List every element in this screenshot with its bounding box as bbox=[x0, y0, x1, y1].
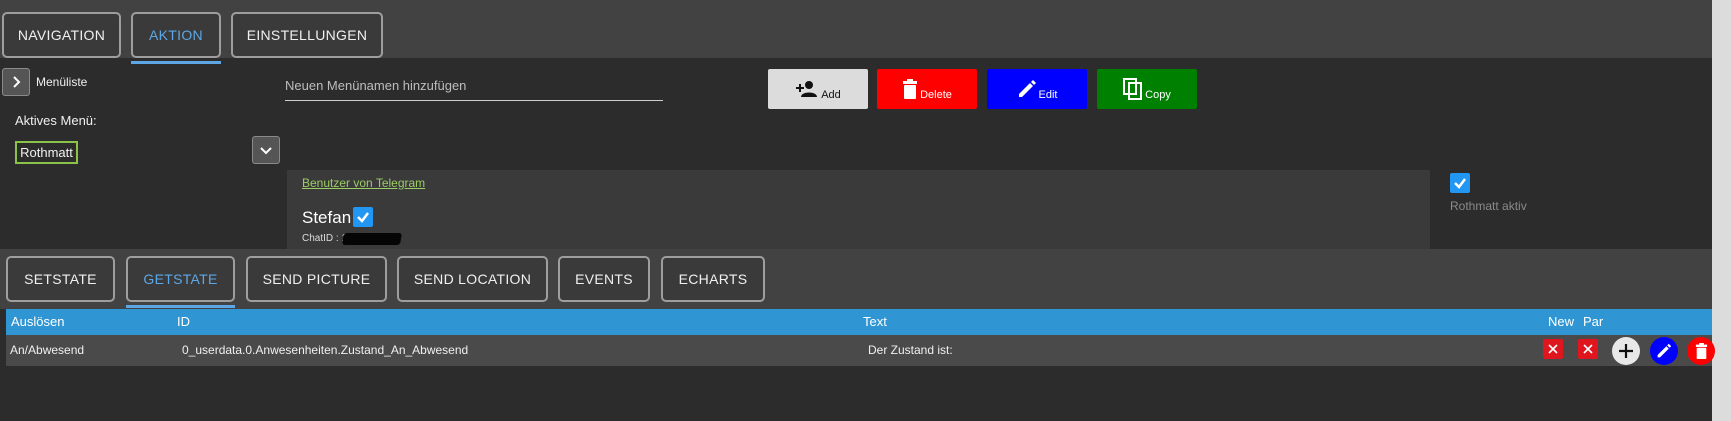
chevron-down-icon bbox=[260, 147, 272, 155]
plus-icon bbox=[1619, 344, 1633, 358]
redacted-chat-id bbox=[341, 233, 403, 245]
add-row-button[interactable] bbox=[1612, 337, 1640, 365]
table-row: An/Abwesend 0_userdata.0.Anwesenheiten.Z… bbox=[6, 335, 1715, 366]
row-trigger: An/Abwesend bbox=[10, 343, 85, 357]
header-trigger: Auslösen bbox=[11, 314, 65, 329]
tab-navigation[interactable]: NAVIGATION bbox=[2, 12, 121, 58]
delete-button-label: Delete bbox=[920, 89, 952, 101]
trash-icon bbox=[903, 79, 918, 99]
tab-einstellungen[interactable]: EINSTELLUNGEN bbox=[231, 12, 383, 58]
header-par: Par bbox=[1583, 314, 1604, 329]
row-text: Der Zustand ist: bbox=[868, 343, 953, 357]
row-id: 0_userdata.0.Anwesenheiten.Zustand_An_Ab… bbox=[182, 343, 469, 357]
check-icon bbox=[357, 212, 369, 223]
copy-icon bbox=[1123, 78, 1143, 100]
tab-echarts[interactable]: ECHARTS bbox=[661, 256, 765, 302]
edit-row-button[interactable] bbox=[1650, 337, 1678, 365]
new-menu-name-input[interactable] bbox=[285, 71, 663, 101]
tab-events[interactable]: EVENTS bbox=[558, 256, 650, 302]
trash-icon bbox=[1695, 343, 1707, 359]
delete-row-button[interactable] bbox=[1687, 337, 1715, 365]
pencil-icon bbox=[1018, 80, 1036, 97]
menu-active-checkbox[interactable] bbox=[1450, 173, 1470, 193]
check-icon bbox=[1454, 178, 1466, 189]
telegram-users-link[interactable]: Benutzer von Telegram bbox=[302, 176, 425, 190]
menu-list-label: Menüliste bbox=[36, 75, 88, 89]
close-icon bbox=[1583, 344, 1593, 354]
pencil-icon bbox=[1657, 343, 1672, 358]
add-users-icon bbox=[796, 81, 818, 97]
user-checkbox[interactable] bbox=[353, 207, 373, 227]
parse-mode-toggle[interactable] bbox=[1578, 339, 1598, 359]
copy-button-label: Copy bbox=[1145, 89, 1171, 101]
tab-setstate[interactable]: SETSTATE bbox=[6, 256, 115, 302]
telegram-users-panel: Benutzer von Telegram Stefan ChatID : 11… bbox=[287, 170, 1430, 249]
menu-active-label: Rothmatt aktiv bbox=[1450, 199, 1527, 213]
edit-button[interactable]: Edit bbox=[987, 69, 1087, 109]
active-menu-select[interactable]: Rothmatt bbox=[15, 141, 78, 164]
active-tab-indicator bbox=[131, 61, 221, 64]
new-line-toggle[interactable] bbox=[1543, 339, 1563, 359]
active-subtab-indicator bbox=[126, 305, 235, 308]
tab-getstate[interactable]: GETSTATE bbox=[126, 256, 235, 302]
close-icon bbox=[1548, 344, 1558, 354]
header-text: Text bbox=[863, 314, 887, 329]
table-header: Auslösen ID Text New Par bbox=[6, 309, 1712, 335]
chevron-right-icon bbox=[13, 76, 21, 88]
header-id: ID bbox=[177, 314, 190, 329]
menu-dropdown-button[interactable] bbox=[252, 136, 280, 164]
right-edge-strip bbox=[1712, 0, 1731, 421]
delete-button[interactable]: Delete bbox=[877, 69, 977, 109]
header-new: New bbox=[1548, 314, 1575, 329]
add-button[interactable]: Add bbox=[768, 69, 868, 109]
menu-list-toggle-button[interactable] bbox=[2, 68, 30, 96]
user-name: Stefan bbox=[302, 208, 352, 227]
active-menu-label: Aktives Menü: bbox=[15, 113, 97, 128]
add-button-label: Add bbox=[821, 89, 841, 101]
tab-send-location[interactable]: SEND LOCATION bbox=[397, 256, 548, 302]
tab-aktion[interactable]: AKTION bbox=[131, 12, 221, 58]
copy-button[interactable]: Copy bbox=[1097, 69, 1197, 109]
tab-send-picture[interactable]: SEND PICTURE bbox=[246, 256, 387, 302]
edit-button-label: Edit bbox=[1038, 89, 1058, 101]
